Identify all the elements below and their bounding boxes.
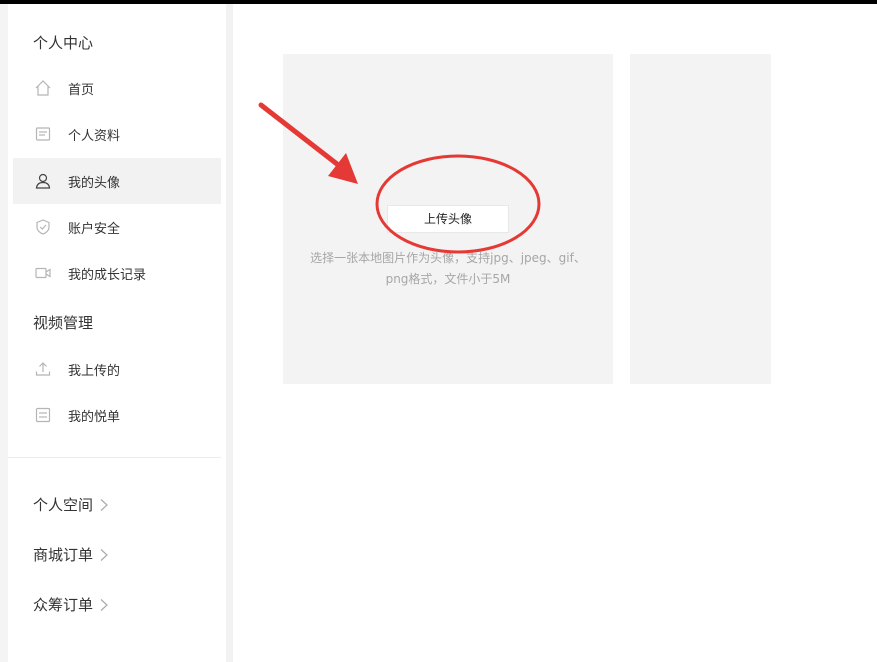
sidebar-item-my-uploads[interactable]: 我上传的: [13, 346, 221, 392]
playlist-icon: [34, 406, 52, 424]
upload-hint-line-1: 选择一张本地图片作为头像，支持jpg、jpeg、gif、: [310, 251, 586, 265]
sidebar-item-label: 我上传的: [68, 363, 121, 379]
profile-card-icon: [34, 125, 52, 143]
upload-avatar-button[interactable]: 上传头像: [387, 205, 509, 233]
link-mall-orders[interactable]: 商城订单: [33, 544, 109, 565]
left-margin: [0, 4, 8, 662]
upload-hint-line-2: png格式，文件小于5M: [385, 272, 511, 286]
avatar-preview-panel: [630, 54, 771, 384]
user-icon: [34, 172, 52, 190]
upload-icon: [34, 360, 52, 378]
chevron-right-icon: [99, 598, 109, 612]
link-label: 个人空间: [33, 496, 94, 514]
shield-icon: [34, 218, 52, 236]
sidebar-item-profile[interactable]: 个人资料: [13, 111, 221, 157]
link-label: 众筹订单: [33, 596, 94, 614]
sidebar-item-label: 首页: [68, 82, 95, 98]
sidebar-gutter: [226, 4, 233, 662]
link-label: 商城订单: [33, 546, 94, 564]
sidebar-item-label: 我的头像: [68, 175, 121, 191]
sidebar-item-label: 我的成长记录: [68, 267, 147, 283]
avatar-upload-panel: 上传头像 选择一张本地图片作为头像，支持jpg、jpeg、gif、 png格式，…: [283, 54, 613, 384]
link-personal-space[interactable]: 个人空间: [33, 494, 109, 515]
chevron-right-icon: [99, 498, 109, 512]
link-crowdfunding-orders[interactable]: 众筹订单: [33, 594, 109, 615]
section-title-personal-center: 个人中心: [33, 34, 94, 52]
video-camera-icon: [34, 264, 52, 282]
sidebar-item-label: 个人资料: [68, 128, 121, 144]
sidebar-item-my-avatar[interactable]: 我的头像: [13, 158, 221, 204]
sidebar-item-home[interactable]: 首页: [13, 65, 221, 111]
sidebar: 个人中心 首页 个人资料 我的头像 账户安全 我的成长记录 视频管理 我上传的 …: [8, 4, 226, 662]
home-icon: [34, 79, 52, 97]
chevron-right-icon: [99, 548, 109, 562]
sidebar-item-growth-record[interactable]: 我的成长记录: [13, 250, 221, 296]
sidebar-item-label: 我的悦单: [68, 409, 121, 425]
section-title-video-management: 视频管理: [33, 314, 94, 332]
sidebar-item-account-security[interactable]: 账户安全: [13, 204, 221, 250]
sidebar-item-my-playlist[interactable]: 我的悦单: [13, 392, 221, 438]
sidebar-item-label: 账户安全: [68, 221, 121, 237]
sidebar-divider: [8, 457, 221, 458]
